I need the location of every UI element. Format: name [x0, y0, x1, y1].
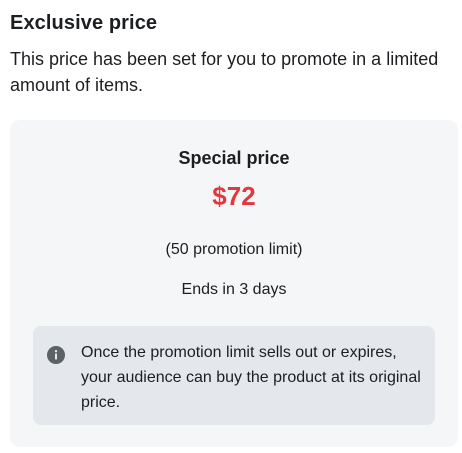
special-price-card: Special price $72 (50 promotion limit) E… [10, 120, 458, 447]
ends-in-text: Ends in 3 days [181, 281, 287, 298]
section-title: Exclusive price [10, 12, 158, 34]
info-notice: Once the promotion limit sells out or ex… [33, 326, 435, 425]
promotion-limit-text: (50 promotion limit) [165, 241, 303, 258]
price-value: $72 [212, 181, 256, 211]
info-icon [47, 346, 65, 364]
notice-text: Once the promotion limit sells out or ex… [81, 344, 421, 411]
special-price-label: Special price [178, 148, 290, 168]
section-description: This price has been set for you to promo… [10, 49, 439, 95]
exclusive-price-section: Exclusive price This price has been set … [10, 10, 455, 98]
